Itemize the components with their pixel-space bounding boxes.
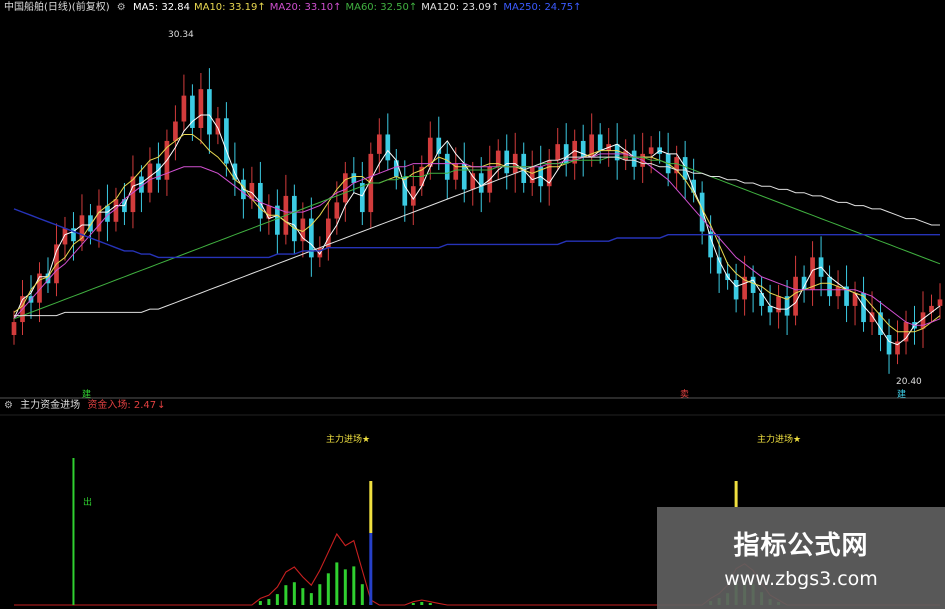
candle-body — [835, 286, 841, 297]
flow-bar — [284, 585, 288, 605]
candle-body — [648, 147, 654, 154]
candle-body — [444, 153, 450, 180]
sell-marker: 卖 — [680, 390, 690, 400]
candle-body — [11, 322, 17, 336]
low-price-label: 20.40 — [896, 377, 922, 387]
flow-bar — [258, 601, 262, 605]
watermark: 指标公式网 www.zbgs3.com — [657, 507, 945, 609]
low-buy-marker: 建 — [897, 390, 907, 400]
candle-body — [334, 202, 340, 219]
flow-bar — [309, 593, 313, 605]
candle-body — [181, 95, 187, 122]
flow-bar — [360, 584, 364, 605]
signal-label-1: 主力进场★ — [326, 435, 371, 445]
candle-body — [682, 157, 688, 180]
candle-body — [937, 299, 943, 306]
candle-body — [266, 205, 272, 219]
buy-marker: 建 — [82, 390, 92, 400]
candle-body — [207, 89, 212, 135]
candle-body — [886, 335, 892, 355]
candle-body — [393, 160, 399, 177]
candle-body — [733, 280, 739, 300]
flow-bar — [343, 569, 347, 605]
down-arrow-icon: ↓ — [157, 400, 166, 411]
price-legend: 中国船舶(日线)(前复权) ⚙ MA5: 32.84 MA10: 33.19↑ MA… — [4, 1, 589, 15]
signal-label-2: 主力进场★ — [757, 435, 802, 445]
flow-bar — [352, 566, 356, 605]
flow-bar — [326, 573, 330, 605]
indicator-legend: ⚙ 主力资金进场 资金入场: 2.47↓ — [4, 399, 170, 413]
ma-legend-item: MA20: 33.10↑ — [269, 2, 342, 13]
indicator-value: 资金入场: 2.47 — [87, 400, 157, 411]
candle-body — [461, 163, 467, 190]
flow-bar — [318, 584, 322, 605]
candle-body — [478, 173, 484, 193]
chart-title: 中国船舶(日线)(前复权) — [4, 2, 110, 13]
gear-icon[interactable]: ⚙ — [4, 400, 13, 411]
watermark-title: 指标公式网 — [733, 531, 869, 561]
candle-body — [529, 166, 535, 183]
candle-body — [793, 276, 798, 316]
flow-bar — [411, 603, 415, 605]
ma-legend: MA5: 32.84 MA10: 33.19↑ MA20: 33.10↑ MA60: … — [133, 2, 586, 13]
ma-legend-item: MA250: 24.75↑ — [503, 2, 582, 13]
flow-bar — [420, 602, 424, 605]
flow-bar — [275, 594, 279, 605]
candle-body — [827, 276, 832, 297]
candle-body — [292, 195, 297, 242]
candle-body — [555, 144, 561, 161]
candle-body — [62, 228, 68, 245]
ma-legend-item: MA10: 33.19↑ — [193, 2, 266, 13]
candle-body — [224, 118, 229, 164]
candle-body — [750, 276, 756, 293]
flow-bar — [267, 599, 271, 605]
candle-body — [376, 134, 382, 154]
candle-body — [351, 173, 357, 183]
candle-body — [385, 134, 391, 161]
flow-bar — [301, 588, 305, 605]
candle-body — [198, 89, 204, 128]
indicator-title: 主力资金进场 — [20, 400, 81, 411]
ma-legend-item: MA60: 32.50↑ — [345, 2, 418, 13]
ma-legend-item: MA120: 23.09↑ — [421, 2, 500, 13]
flow-bar — [335, 562, 339, 605]
candle-body — [631, 150, 637, 167]
ma-legend-item: MA5: 32.84 — [132, 2, 190, 13]
watermark-url: www.zbgs3.com — [724, 568, 878, 590]
candle-body — [597, 134, 603, 151]
candle-body — [674, 157, 679, 174]
exit-mark: 出 — [83, 498, 93, 508]
gear-icon[interactable]: ⚙ — [117, 2, 126, 13]
candle-body — [504, 150, 510, 174]
high-price-label: 30.34 — [168, 30, 194, 40]
flow-bar — [292, 582, 296, 605]
candle-body — [776, 296, 781, 313]
flow-bar — [428, 603, 432, 605]
candle-body — [173, 121, 178, 141]
